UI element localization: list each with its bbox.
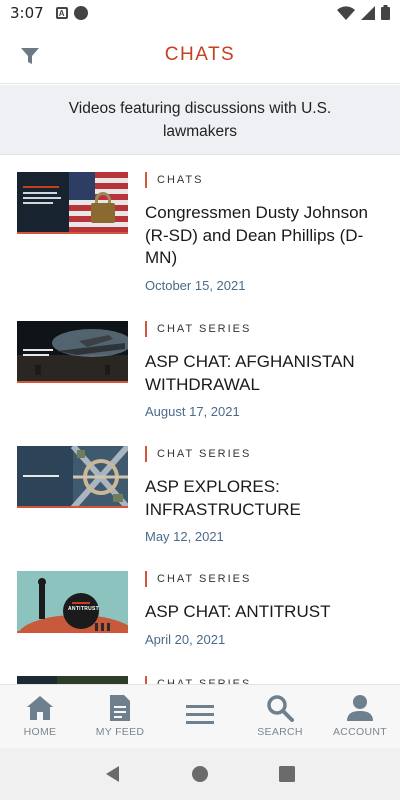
item-title[interactable]: ASP CHAT: AFGHANISTAN WITHDRAWAL (145, 351, 385, 396)
nav-home[interactable]: HOME (0, 685, 80, 748)
item-title[interactable]: ASP EXPLORES: INFRASTRUCTURE (145, 476, 385, 521)
system-navigation-bar (0, 748, 400, 800)
banner-text: Videos featuring discussions with U.S. l… (68, 99, 332, 140)
menu-icon (186, 705, 214, 724)
nav-home-label: HOME (23, 726, 57, 738)
wifi-icon (337, 5, 355, 20)
nav-search[interactable]: SEARCH (240, 685, 320, 748)
list-item[interactable]: ANTITRUST CHAT SERIES ASP CHAT: ANTITRUS… (0, 571, 400, 666)
nav-search-label: SEARCH (257, 726, 303, 738)
video-thumbnail[interactable] (17, 446, 128, 508)
video-thumbnail[interactable] (17, 321, 128, 383)
video-thumbnail[interactable] (17, 676, 128, 684)
item-title[interactable]: Congressmen Dusty Johnson (R-SD) and Dea… (145, 202, 385, 270)
list-item[interactable]: CHAT SERIES ASP EXPLORES: INFRASTRUCTURE… (0, 446, 400, 556)
padlock-flag-image (17, 172, 128, 232)
item-body: CHAT SERIES ASP EXPLORES: INFRASTRUCTURE… (145, 446, 385, 544)
item-category: CHAT SERIES (145, 321, 385, 337)
status-bar: 3:07 A (0, 0, 400, 26)
item-body: CHAT SERIES (145, 676, 385, 684)
status-time: 3:07 (10, 4, 44, 22)
feed-icon (110, 695, 130, 721)
item-category: CHAT SERIES (145, 676, 385, 684)
military-plane-image (17, 321, 128, 381)
back-triangle-icon (106, 766, 120, 782)
notification-a-icon: A (55, 7, 68, 19)
list-item[interactable]: CHATS Congressmen Dusty Johnson (R-SD) a… (0, 172, 400, 322)
system-back-button[interactable] (98, 759, 128, 789)
list-item[interactable]: CHAT SERIES ASP CHAT: AFGHANISTAN WITHDR… (0, 321, 400, 431)
item-category: CHAT SERIES (145, 571, 385, 587)
nav-account[interactable]: ACCOUNT (320, 685, 400, 748)
item-date: October 15, 2021 (145, 277, 246, 293)
battery-icon (381, 5, 390, 20)
item-date: May 12, 2021 (145, 529, 224, 544)
nav-my-feed-label: MY FEED (95, 726, 145, 738)
antitrust-illustration-image (17, 571, 128, 631)
item-category: CHAT SERIES (145, 446, 385, 462)
home-circle-icon (191, 766, 208, 782)
description-banner: Videos featuring discussions with U.S. l… (0, 85, 400, 155)
chat-feed-list[interactable]: CHATS Congressmen Dusty Johnson (R-SD) a… (0, 156, 400, 684)
nav-menu[interactable] (160, 685, 240, 748)
filter-icon (21, 48, 39, 64)
system-home-button[interactable] (185, 759, 215, 789)
filter-button[interactable] (16, 42, 44, 70)
thumbnail-caption: ANTITRUST (68, 606, 100, 612)
video-thumbnail[interactable] (17, 172, 128, 234)
item-body: CHATS Congressmen Dusty Johnson (R-SD) a… (145, 172, 385, 293)
page-title: CHATS (164, 43, 236, 65)
notification-app-icon (73, 6, 88, 20)
nav-account-label: ACCOUNT (332, 726, 387, 738)
bottom-navigation: HOME MY FEED SEARCH ACCOUNT (0, 684, 400, 748)
item-category: CHATS (145, 172, 385, 188)
cellular-icon (361, 5, 375, 20)
search-icon (267, 695, 294, 722)
list-item[interactable]: CHAT SERIES (0, 676, 400, 684)
item-body: CHAT SERIES ASP CHAT: AFGHANISTAN WITHDR… (145, 321, 385, 419)
top-app-bar: CHATS (0, 26, 400, 84)
item-date: April 20, 2021 (145, 631, 226, 647)
item-date: August 17, 2021 (145, 404, 240, 419)
highway-interchange-image (17, 446, 128, 506)
account-icon (347, 695, 373, 721)
video-thumbnail[interactable]: ANTITRUST (17, 571, 128, 633)
recents-square-icon (278, 766, 295, 782)
status-right-icons (337, 5, 390, 20)
partial-thumbnail-image (17, 676, 128, 684)
item-title[interactable]: ASP CHAT: ANTITRUST (145, 601, 385, 624)
item-body: CHAT SERIES ASP CHAT: ANTITRUST April 20… (145, 571, 385, 647)
home-icon (27, 696, 53, 720)
nav-my-feed[interactable]: MY FEED (80, 685, 160, 748)
system-recents-button[interactable] (272, 759, 302, 789)
